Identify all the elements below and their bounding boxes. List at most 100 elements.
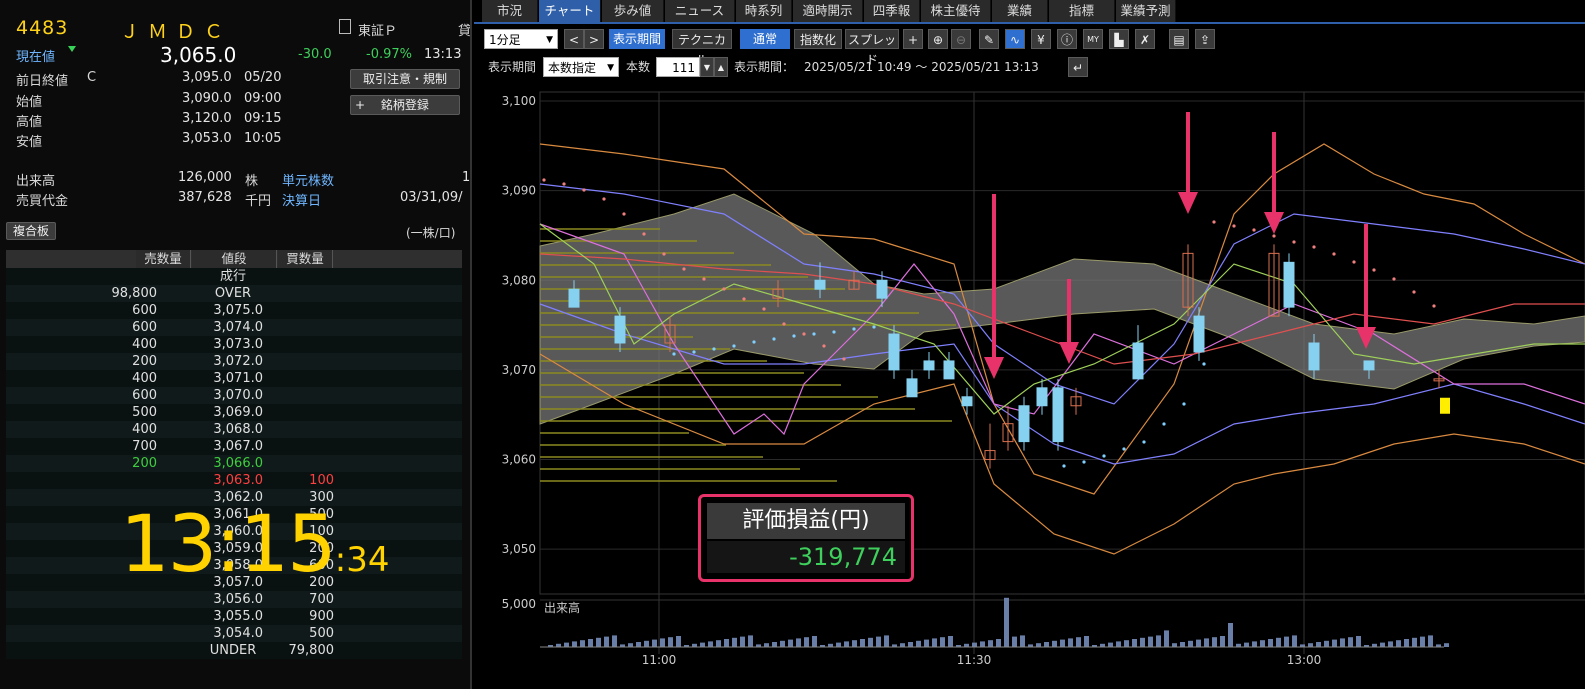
board-row[interactable]: 400 3,068.0 — [6, 421, 462, 438]
tab-9[interactable]: 指標 — [1049, 0, 1115, 22]
volume-bar — [916, 640, 921, 647]
price-level: UNDER — [209, 643, 257, 658]
volume-bar — [716, 640, 721, 647]
period-mode-select[interactable]: 本数指定 ▼ — [543, 57, 619, 77]
board-row[interactable]: 3,054.0 500 — [6, 625, 462, 642]
line-chart-icon[interactable]: ∿ — [1005, 29, 1025, 49]
volume-bar — [868, 637, 873, 647]
sar-dot — [872, 325, 876, 329]
candle-body — [1363, 360, 1375, 371]
price-level: 成行 — [219, 269, 246, 284]
volume-bar — [1292, 635, 1297, 647]
interval-select[interactable]: 1分足 ▼ — [484, 29, 558, 49]
volume-bar — [804, 637, 809, 647]
price-level: 3,055.0 — [213, 609, 263, 624]
zoom-out-icon[interactable]: ⊖ — [951, 29, 971, 49]
tab-1[interactable]: チャート — [539, 0, 601, 22]
volume-bar — [644, 640, 649, 647]
volume-bar — [1340, 638, 1345, 647]
sar-dot — [702, 277, 706, 281]
spread-button[interactable]: スプレッド — [845, 29, 899, 67]
volume-chart-icon[interactable]: ▙ — [1109, 29, 1129, 49]
price-change: -30.0 — [298, 47, 332, 62]
pencil-icon[interactable]: ✎ — [979, 29, 999, 49]
range-label: 表示期間： — [734, 60, 795, 74]
info-icon[interactable]: ⓘ — [1057, 29, 1077, 49]
sar-dot — [792, 334, 796, 338]
sar-dot — [1372, 268, 1376, 272]
board-row[interactable]: 400 3,073.0 — [6, 336, 462, 353]
count-down-icon[interactable]: ▼ — [700, 57, 714, 77]
tab-2[interactable]: 歩み値 — [602, 0, 664, 22]
board-row[interactable]: 98,800 OVER — [6, 285, 462, 302]
sar-dot — [842, 357, 846, 361]
board-row[interactable]: UNDER 79,800 — [6, 642, 462, 659]
board-row[interactable]: 600 3,070.0 — [6, 387, 462, 404]
price-level: 3,069.0 — [213, 405, 263, 420]
yen-icon[interactable]: ¥ — [1031, 29, 1051, 49]
display-period-button[interactable]: 表示期間 — [609, 29, 665, 49]
board-row[interactable]: 200 3,072.0 — [6, 353, 462, 370]
volume-bar — [1084, 636, 1089, 647]
board-row[interactable]: 500 3,069.0 — [6, 404, 462, 421]
prev-arrow-icon[interactable]: < — [564, 29, 584, 49]
tab-10[interactable]: 業績予測 — [1116, 0, 1176, 22]
tab-0[interactable]: 市況 — [482, 0, 538, 22]
last-price-marker — [1440, 397, 1450, 414]
volume-bar — [1404, 639, 1409, 647]
y-tick-label: 3,060 — [502, 453, 536, 467]
tab-8[interactable]: 業績 — [992, 0, 1048, 22]
index-button[interactable]: 指数化 — [794, 29, 842, 49]
normal-button[interactable]: 通常 — [740, 29, 790, 49]
count-input[interactable]: 111 — [656, 57, 700, 77]
board-row[interactable]: 200 3,066.0 — [6, 455, 462, 472]
board-row[interactable]: 成行 — [6, 268, 462, 285]
composite-board-tab[interactable]: 複合板 — [6, 222, 56, 240]
board-row[interactable]: 400 3,071.0 — [6, 370, 462, 387]
volume-bar — [1212, 637, 1217, 647]
next-arrow-icon[interactable]: > — [584, 29, 604, 49]
sell-qty-header: 売数量 — [136, 250, 191, 268]
buy-qty: 100 — [309, 473, 334, 488]
volume-bar — [1052, 640, 1057, 647]
volume-bar — [1180, 642, 1185, 647]
board-row[interactable]: 3,055.0 900 — [6, 608, 462, 625]
volume-bar — [932, 638, 937, 647]
sar-dot — [712, 347, 716, 351]
price-chart[interactable]: 3,100 3,090 3,080 3,070 3,060 3,050 11:00 11:30… — [474, 84, 1585, 664]
reset-icon[interactable]: ↵ — [1068, 57, 1088, 77]
my-chart-icon[interactable]: MY — [1083, 29, 1103, 49]
tab-3[interactable]: ニュース — [665, 0, 735, 22]
tab-7[interactable]: 株主優待 — [921, 0, 991, 22]
board-row[interactable]: 600 3,075.0 — [6, 302, 462, 319]
volume-bar — [708, 641, 713, 647]
volume-bar — [612, 635, 617, 647]
board-row[interactable]: 600 3,074.0 — [6, 319, 462, 336]
y-tick-label: 3,070 — [502, 363, 536, 377]
price-level: 3,067.0 — [213, 439, 263, 454]
trade-notice-button[interactable]: 取引注意・規制 — [350, 69, 460, 89]
sar-dot — [582, 188, 586, 192]
document-icon[interactable] — [339, 19, 351, 34]
volume-bar — [1156, 635, 1161, 647]
clock-seconds: :34 — [334, 540, 390, 580]
register-stock-button[interactable]: + 銘柄登録 — [350, 95, 460, 115]
zoom-in-icon[interactable]: ⊕ — [928, 29, 948, 49]
technical-button[interactable]: テクニカル — [672, 29, 732, 67]
tab-4[interactable]: 時系列 — [736, 0, 792, 22]
count-label: 本数 — [625, 60, 650, 74]
tab-5[interactable]: 適時開示 — [793, 0, 863, 22]
volume-bar — [1012, 636, 1017, 647]
count-up-icon[interactable]: ▲ — [714, 57, 728, 77]
candle-body — [1036, 387, 1048, 407]
export-icon[interactable]: ⇪ — [1195, 29, 1215, 49]
board-row[interactable]: 700 3,067.0 — [6, 438, 462, 455]
board-row[interactable]: 3,063.0 100 — [6, 472, 462, 489]
volume-bar — [812, 636, 817, 647]
turnover-value: 387,628 — [178, 190, 232, 205]
tab-6[interactable]: 四季報 — [864, 0, 920, 22]
wrench-icon[interactable]: ✗ — [1135, 29, 1155, 49]
clock-hour-minute: 13:15 — [120, 500, 337, 590]
crosshair-icon[interactable]: + — [903, 29, 923, 49]
print-icon[interactable]: ▤ — [1169, 29, 1189, 49]
